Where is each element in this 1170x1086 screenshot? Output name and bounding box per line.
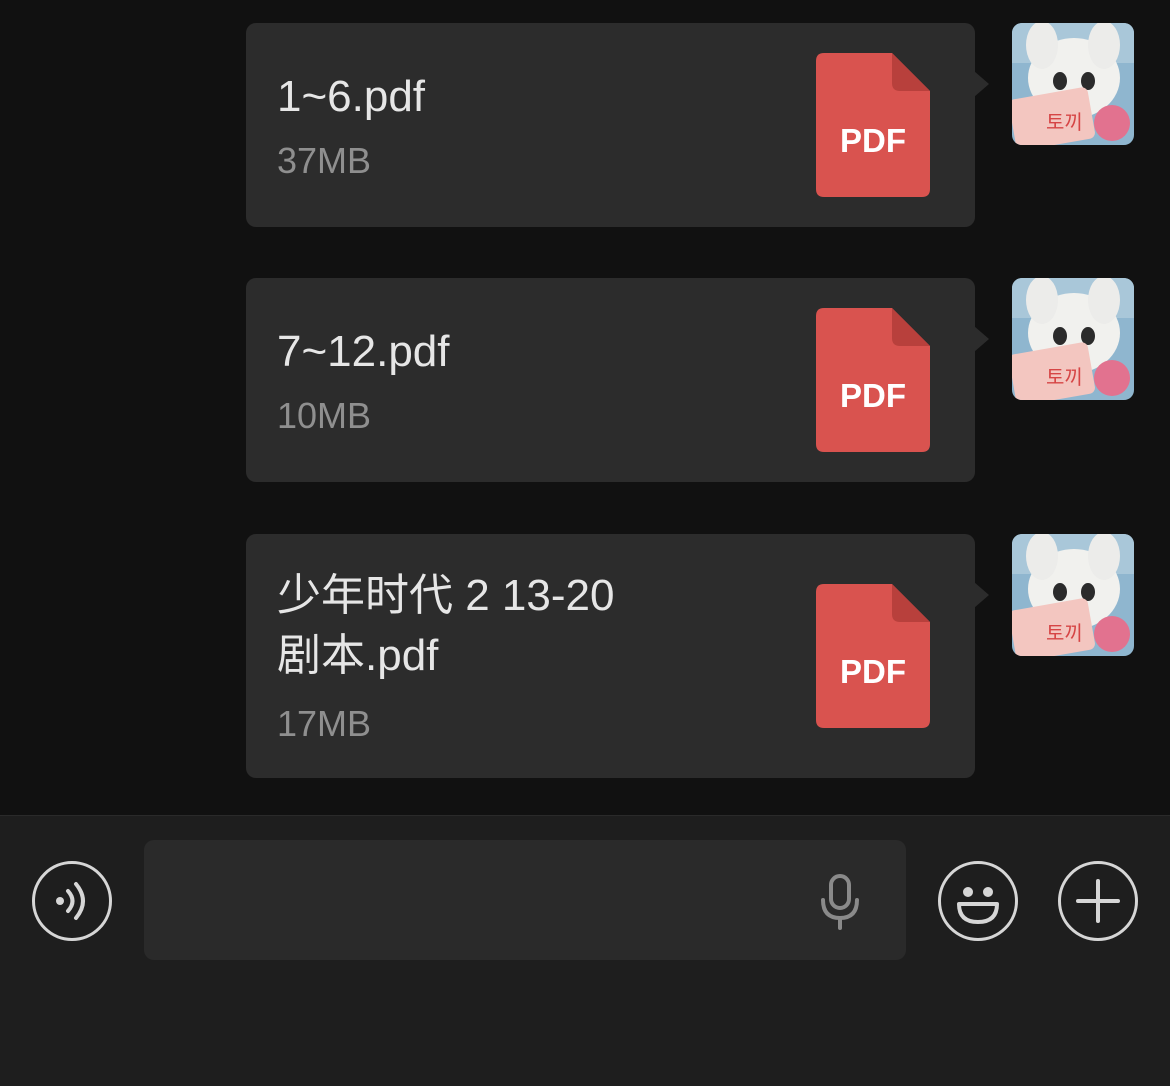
file-name: 7~12.pdf bbox=[277, 327, 450, 376]
avatar-text: 토끼 bbox=[1046, 110, 1083, 134]
microphone-button[interactable] bbox=[816, 874, 864, 930]
message-input-bar bbox=[0, 815, 1170, 1086]
avatar-text: 토끼 bbox=[1046, 365, 1083, 389]
file-size: 37MB bbox=[277, 140, 372, 181]
emoji-button[interactable] bbox=[938, 861, 1018, 941]
pdf-file-icon: PDF bbox=[816, 53, 930, 197]
chat-message-list[interactable]: 1~6.pdf 37MB PDF 토끼 7~12.pdf 10MB PDF 토끼… bbox=[0, 0, 1170, 815]
more-options-button[interactable] bbox=[1058, 861, 1138, 941]
pdf-label: PDF bbox=[840, 377, 906, 414]
file-message-bubble[interactable]: 7~12.pdf 10MB PDF bbox=[246, 278, 989, 482]
file-name: 少年时代 2 13-20 剧本.pdf bbox=[277, 571, 615, 680]
file-name: 1~6.pdf bbox=[277, 72, 426, 121]
pdf-file-icon: PDF bbox=[816, 308, 930, 452]
file-size: 17MB bbox=[277, 703, 372, 744]
voice-mode-icon bbox=[56, 882, 85, 920]
pdf-label: PDF bbox=[840, 122, 906, 159]
chat-message: 少年时代 2 13-20 剧本.pdf 17MB PDF 토끼 bbox=[0, 534, 1170, 778]
plus-icon bbox=[1076, 879, 1120, 923]
avatar-text: 토끼 bbox=[1046, 621, 1083, 645]
microphone-icon bbox=[821, 874, 859, 930]
message-input[interactable] bbox=[144, 840, 906, 960]
pdf-file-icon: PDF bbox=[816, 584, 930, 728]
avatar[interactable]: 토끼 bbox=[1012, 278, 1134, 400]
avatar[interactable]: 토끼 bbox=[1012, 534, 1134, 656]
chat-message: 1~6.pdf 37MB PDF 토끼 bbox=[0, 23, 1170, 227]
voice-mode-button[interactable] bbox=[32, 861, 112, 941]
avatar[interactable]: 토끼 bbox=[1012, 23, 1134, 145]
pdf-label: PDF bbox=[840, 653, 906, 690]
file-message-bubble[interactable]: 1~6.pdf 37MB PDF bbox=[246, 23, 989, 227]
file-message-bubble[interactable]: 少年时代 2 13-20 剧本.pdf 17MB PDF bbox=[246, 534, 989, 778]
emoji-icon bbox=[957, 887, 999, 924]
chat-message: 7~12.pdf 10MB PDF 토끼 bbox=[0, 278, 1170, 482]
file-size: 10MB bbox=[277, 395, 372, 436]
